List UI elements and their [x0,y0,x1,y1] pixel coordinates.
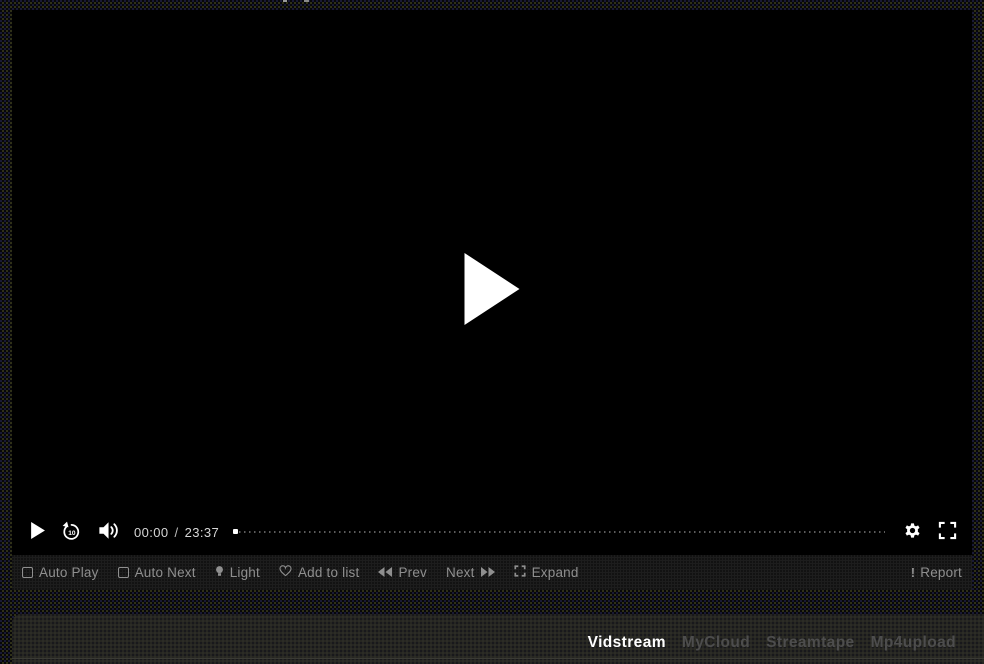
expand-button[interactable]: Expand [514,565,579,580]
auto-play-toggle[interactable]: Auto Play [22,565,99,580]
prev-episode-button[interactable]: Prev [378,565,427,580]
time-display: 00:00 / 23:37 [134,525,219,540]
report-button[interactable]: ! Report [911,565,962,580]
server-tab-mycloud[interactable]: MyCloud [682,634,750,652]
seek-bar[interactable] [233,529,885,535]
bulb-icon [215,565,224,581]
player-control-bar: 10 00:00 / 23:37 [12,512,972,552]
seek-track [239,531,885,533]
expand-label: Expand [532,565,579,580]
clipped-title-fragment [283,0,287,2]
current-time: 00:00 [134,525,169,540]
svg-text:10: 10 [68,529,76,536]
server-tab-mp4upload[interactable]: Mp4upload [871,634,956,652]
add-to-list-button[interactable]: Add to list [279,565,359,580]
auto-next-checkbox-icon [118,567,129,578]
page: { "player": { "controls": { "current_tim… [0,0,984,664]
prev-icon [378,565,392,580]
play-icon [30,522,45,542]
clipped-title-fragment [304,0,309,2]
auto-play-label: Auto Play [39,565,99,580]
next-episode-button[interactable]: Next [446,565,495,580]
duration: 23:37 [185,525,220,540]
big-play-button[interactable] [465,253,520,325]
light-toggle[interactable]: Light [215,565,260,581]
server-panel: Vidstream MyCloud Streamtape Mp4upload [12,614,984,664]
server-tabs: Vidstream MyCloud Streamtape Mp4upload [12,614,984,659]
volume-icon [98,521,120,543]
server-tab-vidstream[interactable]: Vidstream [588,634,666,652]
gear-icon [903,521,922,543]
light-label: Light [230,565,260,580]
next-icon [481,565,495,580]
time-separator: / [175,525,179,540]
auto-next-label: Auto Next [135,565,196,580]
auto-play-checkbox-icon [22,567,33,578]
rewind-10-icon: 10 [61,520,82,545]
expand-icon [514,565,526,580]
play-button[interactable] [30,522,45,542]
fullscreen-icon [938,521,957,543]
fullscreen-button[interactable] [938,521,957,543]
video-player: 10 00:00 / 23:37 [12,10,972,555]
volume-button[interactable] [98,521,120,543]
rewind-10-button[interactable]: 10 [61,520,82,545]
settings-button[interactable] [903,521,922,543]
add-to-list-label: Add to list [298,565,359,580]
server-tab-streamtape[interactable]: Streamtape [766,634,854,652]
seek-playhead[interactable] [233,529,238,534]
heart-icon [279,565,292,580]
auto-next-toggle[interactable]: Auto Next [118,565,196,580]
prev-label: Prev [398,565,427,580]
next-label: Next [446,565,475,580]
exclamation-icon: ! [911,565,916,580]
report-label: Report [920,565,962,580]
player-toolbar: Auto Play Auto Next Light Add to list Pr… [12,555,972,590]
